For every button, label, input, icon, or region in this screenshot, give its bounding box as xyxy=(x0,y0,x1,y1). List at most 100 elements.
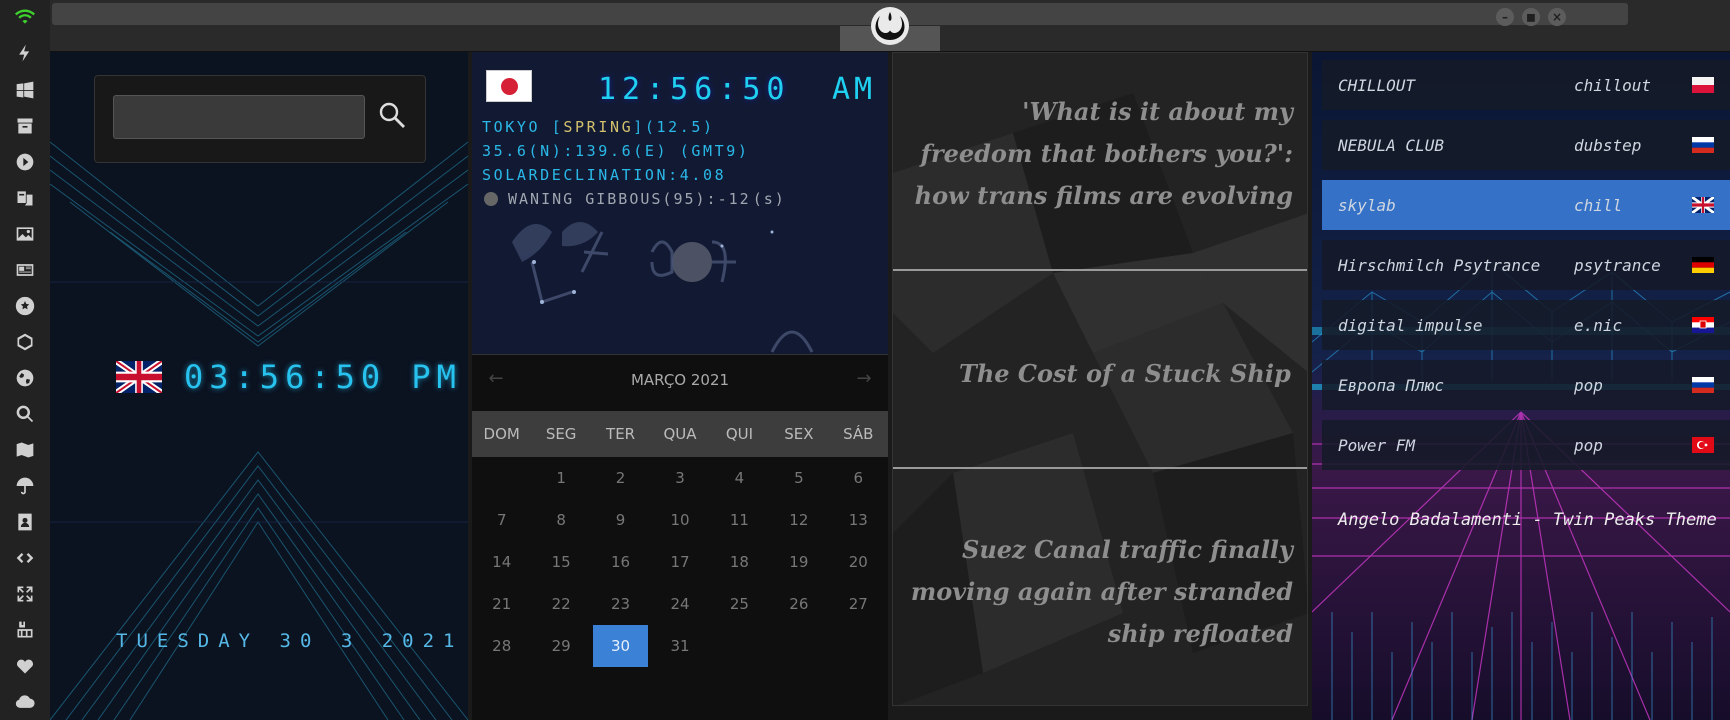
search-button[interactable] xyxy=(377,100,407,132)
news-headline[interactable]: 'What is it about my freedom that bother… xyxy=(909,91,1293,217)
calendar-day[interactable]: 10 xyxy=(652,499,707,541)
station-name: digital impulse xyxy=(1338,315,1483,335)
radio-station-row-active[interactable]: skylab chill xyxy=(1322,180,1730,230)
station-genre: chillout xyxy=(1574,75,1652,95)
germany-flag-icon xyxy=(1692,257,1714,273)
calendar-day[interactable]: 7 xyxy=(474,499,529,541)
calendar-day[interactable]: 11 xyxy=(712,499,767,541)
radio-station-row[interactable]: Hirschmilch Psytrance psytrance xyxy=(1322,240,1730,290)
calendar-day[interactable]: 22 xyxy=(533,583,588,625)
calendar-next-button[interactable]: → xyxy=(854,369,874,389)
station-genre: pop xyxy=(1574,375,1603,395)
world-clock-panel: 12:56:50 AM TOKYO [SPRING](12.5) 35.6(N)… xyxy=(472,52,888,354)
calendar-day[interactable]: 14 xyxy=(474,541,529,583)
calendar-day[interactable]: 20 xyxy=(831,541,886,583)
calendar-day[interactable]: 27 xyxy=(831,583,886,625)
translate-icon[interactable] xyxy=(14,187,36,209)
calendar-day[interactable]: 12 xyxy=(771,499,826,541)
station-name: CHILLOUT xyxy=(1338,75,1416,95)
news-separator xyxy=(893,269,1307,271)
left-launcher-bar xyxy=(0,0,50,720)
radio-station-row[interactable]: CHILLOUT chillout xyxy=(1322,60,1730,110)
calendar-day[interactable]: 5 xyxy=(771,457,826,499)
calendar-day[interactable]: 13 xyxy=(831,499,886,541)
bolt-icon[interactable] xyxy=(14,42,36,64)
calendar-day[interactable]: 3 xyxy=(652,457,707,499)
calendar-days-grid: 1 2 3 4 5 6 7 8 9 10 11 12 13 14 15 16 17 18 19 20 21 22 23 24 2… xyxy=(472,457,888,667)
weekday-label: SÁB xyxy=(843,425,874,443)
cloud-icon[interactable] xyxy=(14,691,36,713)
calendar: ← MARÇO 2021 → DOM SEG TER QUA QUI SEX S… xyxy=(472,354,888,720)
minimize-button[interactable]: – xyxy=(1496,8,1514,26)
map-icon[interactable] xyxy=(14,439,36,461)
uk-flag-icon xyxy=(1692,197,1714,213)
search-input[interactable] xyxy=(113,95,365,139)
calendar-day[interactable]: 8 xyxy=(533,499,588,541)
weekday-label: QUA xyxy=(663,425,697,443)
contacts-icon[interactable] xyxy=(14,511,36,533)
umbrella-icon[interactable] xyxy=(14,475,36,497)
croatia-flag-icon xyxy=(1692,317,1714,333)
japan-flag-icon xyxy=(486,70,532,102)
calendar-day[interactable]: 23 xyxy=(593,583,648,625)
maximize-button[interactable]: ◼ xyxy=(1522,8,1540,26)
code-icon[interactable] xyxy=(14,547,36,569)
calendar-day[interactable]: 17 xyxy=(652,541,707,583)
calendar-day[interactable]: 6 xyxy=(831,457,886,499)
wifi-icon[interactable] xyxy=(14,6,36,28)
calendar-day[interactable]: 2 xyxy=(593,457,648,499)
calendar-title: MARÇO 2021 xyxy=(630,371,730,389)
calendar-day[interactable]: 15 xyxy=(533,541,588,583)
calendar-day[interactable]: 16 xyxy=(593,541,648,583)
calendar-day[interactable]: 26 xyxy=(771,583,826,625)
station-genre: e.nic xyxy=(1574,315,1623,335)
world-coords: 35.6(N):139.6(E) (GMT9) xyxy=(482,142,750,160)
calendar-day[interactable]: 21 xyxy=(474,583,529,625)
magnifier-icon xyxy=(379,102,405,128)
calendar-day[interactable]: 28 xyxy=(474,625,529,667)
weekday-label: DOM xyxy=(483,425,520,443)
search-icon[interactable] xyxy=(14,403,36,425)
calendar-day[interactable]: 4 xyxy=(712,457,767,499)
rebel-alliance-logo-icon[interactable] xyxy=(840,0,940,51)
settings-icon[interactable] xyxy=(14,295,36,317)
world-time: 12:56:50 xyxy=(598,72,791,107)
calendar-day[interactable]: 29 xyxy=(533,625,588,667)
season-label: SPRING xyxy=(563,118,634,136)
uk-flag-icon xyxy=(116,361,162,393)
fullscreen-icon[interactable] xyxy=(14,583,36,605)
moon-phase-suffix: (s) xyxy=(752,190,786,208)
news-icon[interactable] xyxy=(14,259,36,281)
weekday-label: TER xyxy=(606,425,636,443)
calendar-day[interactable]: 18 xyxy=(712,541,767,583)
calendar-day[interactable]: 19 xyxy=(771,541,826,583)
radio-station-row[interactable]: digital impulse e.nic xyxy=(1322,300,1730,350)
news-headline[interactable]: Suez Canal traffic finally moving again … xyxy=(909,529,1293,655)
radio-station-row[interactable]: Европа Плюс pop xyxy=(1322,360,1730,410)
archive-icon[interactable] xyxy=(14,115,36,137)
turkey-flag-icon xyxy=(1692,437,1714,453)
calendar-day[interactable]: 31 xyxy=(652,625,707,667)
close-button[interactable]: × xyxy=(1548,8,1566,26)
calendar-header: ← MARÇO 2021 → xyxy=(472,355,888,405)
calendar-day[interactable]: 1 xyxy=(533,457,588,499)
station-name: NEBULA CLUB xyxy=(1338,135,1444,155)
calendar-day[interactable]: 9 xyxy=(593,499,648,541)
news-headline[interactable]: The Cost of a Stuck Ship xyxy=(909,353,1293,395)
moon-icon xyxy=(484,192,498,206)
hexagon-icon[interactable] xyxy=(14,331,36,353)
windows-icon[interactable] xyxy=(14,79,36,101)
russia-flag-icon xyxy=(1692,137,1714,153)
youtube-icon[interactable] xyxy=(14,619,36,641)
globe-icon[interactable] xyxy=(14,367,36,389)
image-icon[interactable] xyxy=(14,223,36,245)
calendar-day-selected[interactable]: 30 xyxy=(592,625,649,667)
calendar-day[interactable]: 25 xyxy=(712,583,767,625)
radio-station-row[interactable]: Power FM pop xyxy=(1322,420,1730,470)
radio-station-row[interactable]: NEBULA CLUB dubstep xyxy=(1322,120,1730,170)
play-icon[interactable] xyxy=(14,151,36,173)
calendar-day[interactable]: 24 xyxy=(652,583,707,625)
station-name: Hirschmilch Psytrance xyxy=(1338,255,1541,275)
station-genre: dubstep xyxy=(1574,135,1642,155)
heart-icon[interactable] xyxy=(14,655,36,677)
